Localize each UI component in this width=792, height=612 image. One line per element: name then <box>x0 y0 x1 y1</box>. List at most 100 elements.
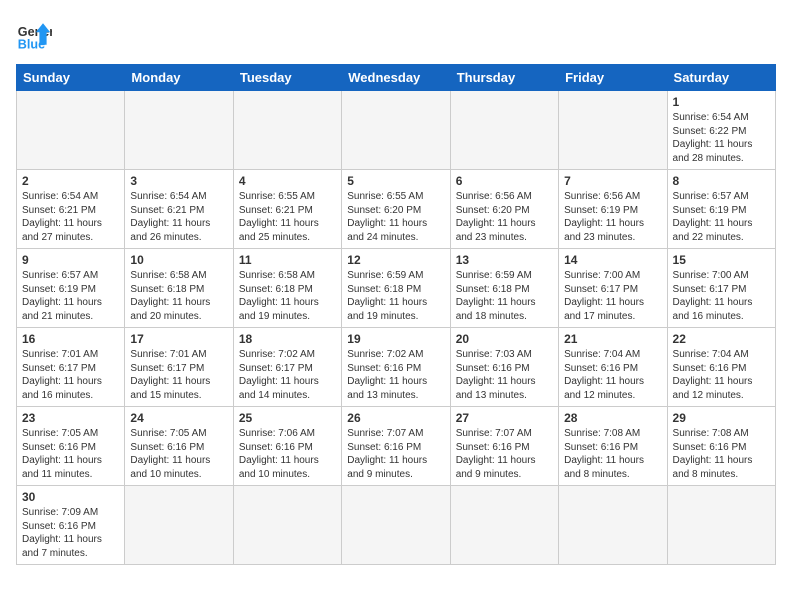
calendar-cell: 5 Sunrise: 6:55 AM Sunset: 6:20 PM Daylig… <box>342 170 450 249</box>
day-number: 10 <box>130 253 227 267</box>
weekday-header-sunday: Sunday <box>17 65 125 91</box>
calendar-cell <box>342 91 450 170</box>
day-info: Sunrise: 7:00 AM Sunset: 6:17 PM Dayligh… <box>673 269 770 323</box>
day-number: 23 <box>22 411 119 425</box>
logo-icon: General Blue <box>16 16 52 52</box>
page-header: General Blue <box>16 16 776 52</box>
calendar-cell: 4Sunrise: 6:55 AM Sunset: 6:21 PM Daylig… <box>233 170 341 249</box>
calendar-week-1: 1Sunrise: 6:54 AM Sunset: 6:22 PM Daylig… <box>17 91 776 170</box>
weekday-header-thursday: Thursday <box>450 65 558 91</box>
day-number: 14 <box>564 253 661 267</box>
calendar-cell: 17Sunrise: 7:01 AM Sunset: 6:17 PM Dayli… <box>125 328 233 407</box>
day-number: 21 <box>564 332 661 346</box>
day-number: 19 <box>347 332 444 346</box>
day-number: 17 <box>130 332 227 346</box>
day-info: Sunrise: 7:04 AM Sunset: 6:16 PM Dayligh… <box>564 348 661 402</box>
day-number: 13 <box>456 253 553 267</box>
day-info: Sunrise: 6:54 AM Sunset: 6:21 PM Dayligh… <box>22 190 119 244</box>
calendar-cell: 11 Sunrise: 6:58 AM Sunset: 6:18 PM Dayli… <box>233 249 341 328</box>
calendar-table: SundayMondayTuesdayWednesdayThursdayFrid… <box>16 64 776 565</box>
day-number: 9 <box>22 253 119 267</box>
weekday-header-friday: Friday <box>559 65 667 91</box>
calendar-cell: 7 Sunrise: 6:56 AM Sunset: 6:19 PM Daylig… <box>559 170 667 249</box>
calendar-cell <box>17 91 125 170</box>
calendar-cell <box>559 486 667 565</box>
calendar-cell: 9 Sunrise: 6:57 AM Sunset: 6:19 PM Daylig… <box>17 249 125 328</box>
day-info: Sunrise: 7:02 AM Sunset: 6:17 PM Dayligh… <box>239 348 336 402</box>
day-info: Sunrise: 7:09 AM Sunset: 6:16 PM Dayligh… <box>22 506 119 560</box>
calendar-cell: 22Sunrise: 7:04 AM Sunset: 6:16 PM Dayli… <box>667 328 775 407</box>
day-number: 27 <box>456 411 553 425</box>
calendar-cell <box>125 486 233 565</box>
calendar-cell <box>125 91 233 170</box>
calendar-cell: 6 Sunrise: 6:56 AM Sunset: 6:20 PM Daylig… <box>450 170 558 249</box>
day-number: 22 <box>673 332 770 346</box>
calendar-week-4: 16 Sunrise: 7:01 AM Sunset: 6:17 PM Dayli… <box>17 328 776 407</box>
day-info: Sunrise: 6:55 AM Sunset: 6:20 PM Dayligh… <box>347 190 444 244</box>
calendar-cell: 12Sunrise: 6:59 AM Sunset: 6:18 PM Dayli… <box>342 249 450 328</box>
day-number: 28 <box>564 411 661 425</box>
calendar-week-2: 2 Sunrise: 6:54 AM Sunset: 6:21 PM Daylig… <box>17 170 776 249</box>
weekday-header-wednesday: Wednesday <box>342 65 450 91</box>
day-info: Sunrise: 6:59 AM Sunset: 6:18 PM Dayligh… <box>456 269 553 323</box>
calendar-cell: 1Sunrise: 6:54 AM Sunset: 6:22 PM Daylig… <box>667 91 775 170</box>
calendar-cell: 21 Sunrise: 7:04 AM Sunset: 6:16 PM Dayli… <box>559 328 667 407</box>
calendar-cell <box>233 91 341 170</box>
calendar-cell: 29 Sunrise: 7:08 AM Sunset: 6:16 PM Dayli… <box>667 407 775 486</box>
calendar-cell: 15Sunrise: 7:00 AM Sunset: 6:17 PM Dayli… <box>667 249 775 328</box>
day-info: Sunrise: 7:00 AM Sunset: 6:17 PM Dayligh… <box>564 269 661 323</box>
day-number: 6 <box>456 174 553 188</box>
day-number: 29 <box>673 411 770 425</box>
weekday-header-row: SundayMondayTuesdayWednesdayThursdayFrid… <box>17 65 776 91</box>
day-info: Sunrise: 7:01 AM Sunset: 6:17 PM Dayligh… <box>22 348 119 402</box>
calendar-cell: 20Sunrise: 7:03 AM Sunset: 6:16 PM Dayli… <box>450 328 558 407</box>
day-info: Sunrise: 6:57 AM Sunset: 6:19 PM Dayligh… <box>22 269 119 323</box>
day-info: Sunrise: 6:58 AM Sunset: 6:18 PM Dayligh… <box>130 269 227 323</box>
calendar-cell: 8 Sunrise: 6:57 AM Sunset: 6:19 PM Daylig… <box>667 170 775 249</box>
day-info: Sunrise: 6:56 AM Sunset: 6:20 PM Dayligh… <box>456 190 553 244</box>
day-info: Sunrise: 7:03 AM Sunset: 6:16 PM Dayligh… <box>456 348 553 402</box>
day-number: 3 <box>130 174 227 188</box>
day-info: Sunrise: 7:02 AM Sunset: 6:16 PM Dayligh… <box>347 348 444 402</box>
calendar-cell: 25Sunrise: 7:06 AM Sunset: 6:16 PM Dayli… <box>233 407 341 486</box>
calendar-cell: 18Sunrise: 7:02 AM Sunset: 6:17 PM Dayli… <box>233 328 341 407</box>
calendar-cell <box>233 486 341 565</box>
calendar-week-6: 30 Sunrise: 7:09 AM Sunset: 6:16 PM Dayli… <box>17 486 776 565</box>
weekday-header-monday: Monday <box>125 65 233 91</box>
day-number: 30 <box>22 490 119 504</box>
weekday-header-tuesday: Tuesday <box>233 65 341 91</box>
calendar-cell <box>559 91 667 170</box>
calendar-week-3: 9 Sunrise: 6:57 AM Sunset: 6:19 PM Daylig… <box>17 249 776 328</box>
day-info: Sunrise: 6:57 AM Sunset: 6:19 PM Dayligh… <box>673 190 770 244</box>
day-number: 5 <box>347 174 444 188</box>
day-info: Sunrise: 7:08 AM Sunset: 6:16 PM Dayligh… <box>564 427 661 481</box>
calendar-cell <box>667 486 775 565</box>
logo: General Blue <box>16 16 52 52</box>
calendar-cell: 14 Sunrise: 7:00 AM Sunset: 6:17 PM Dayli… <box>559 249 667 328</box>
day-info: Sunrise: 7:08 AM Sunset: 6:16 PM Dayligh… <box>673 427 770 481</box>
day-info: Sunrise: 6:55 AM Sunset: 6:21 PM Dayligh… <box>239 190 336 244</box>
calendar-cell <box>450 91 558 170</box>
calendar-cell: 19 Sunrise: 7:02 AM Sunset: 6:16 PM Dayli… <box>342 328 450 407</box>
day-info: Sunrise: 6:58 AM Sunset: 6:18 PM Dayligh… <box>239 269 336 323</box>
calendar-cell: 10 Sunrise: 6:58 AM Sunset: 6:18 PM Dayli… <box>125 249 233 328</box>
day-number: 8 <box>673 174 770 188</box>
day-number: 16 <box>22 332 119 346</box>
day-number: 24 <box>130 411 227 425</box>
day-info: Sunrise: 7:05 AM Sunset: 6:16 PM Dayligh… <box>22 427 119 481</box>
calendar-cell: 30 Sunrise: 7:09 AM Sunset: 6:16 PM Dayli… <box>17 486 125 565</box>
day-number: 11 <box>239 253 336 267</box>
day-number: 7 <box>564 174 661 188</box>
day-info: Sunrise: 6:54 AM Sunset: 6:21 PM Dayligh… <box>130 190 227 244</box>
day-number: 1 <box>673 95 770 109</box>
day-number: 26 <box>347 411 444 425</box>
day-number: 2 <box>22 174 119 188</box>
calendar-cell <box>450 486 558 565</box>
calendar-cell: 24Sunrise: 7:05 AM Sunset: 6:16 PM Dayli… <box>125 407 233 486</box>
calendar-cell: 3 Sunrise: 6:54 AM Sunset: 6:21 PM Daylig… <box>125 170 233 249</box>
calendar-cell <box>342 486 450 565</box>
day-info: Sunrise: 6:56 AM Sunset: 6:19 PM Dayligh… <box>564 190 661 244</box>
weekday-header-saturday: Saturday <box>667 65 775 91</box>
calendar-cell: 27Sunrise: 7:07 AM Sunset: 6:16 PM Dayli… <box>450 407 558 486</box>
calendar-cell: 23 Sunrise: 7:05 AM Sunset: 6:16 PM Dayli… <box>17 407 125 486</box>
